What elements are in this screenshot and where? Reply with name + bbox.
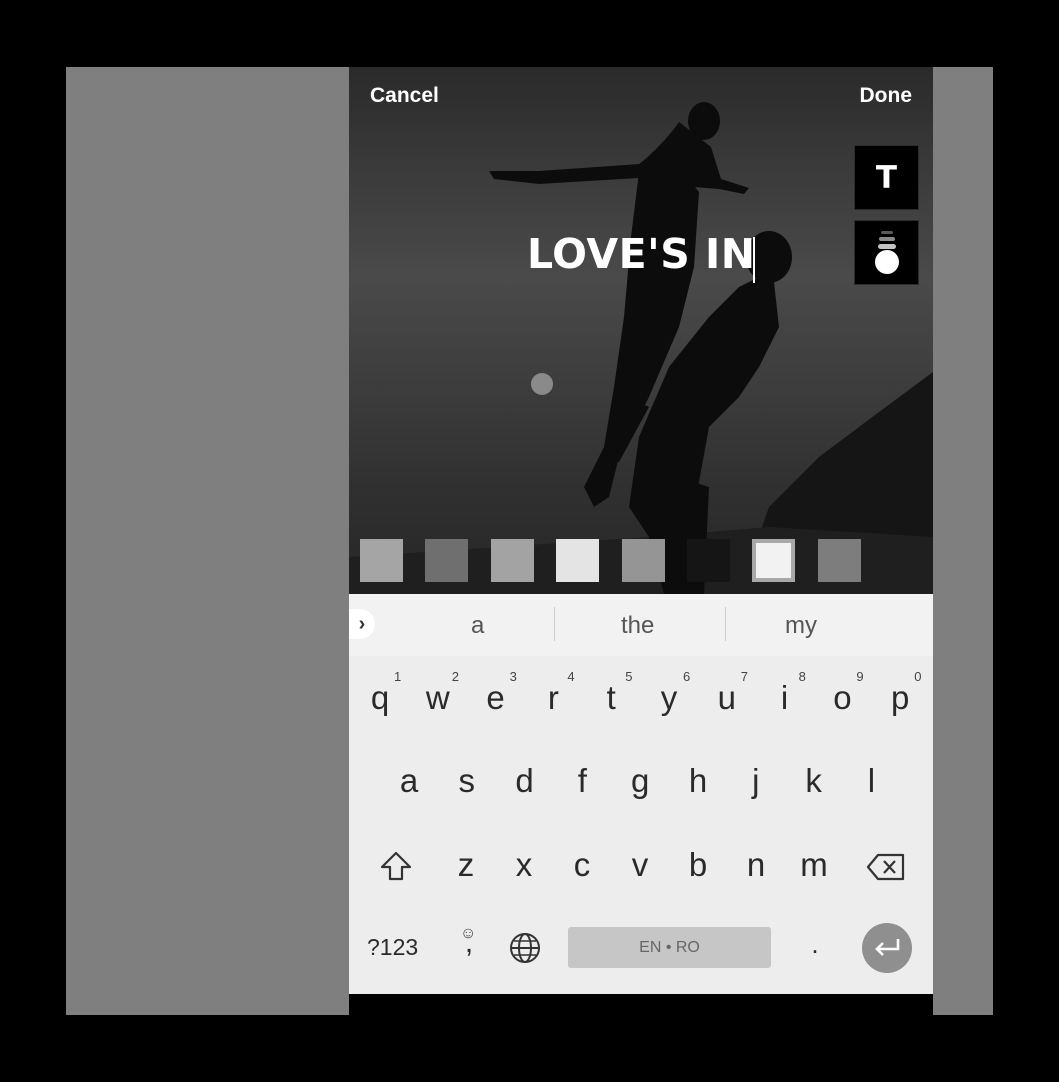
key-o[interactable]: o — [817, 679, 867, 717]
comma-key[interactable]: , — [444, 926, 494, 960]
color-swatch[interactable] — [425, 539, 469, 582]
shift-arrow-icon — [380, 851, 412, 881]
key-a[interactable]: a — [384, 762, 434, 800]
key-number-hint: 5 — [625, 669, 633, 684]
phone-screen: Cancel Done T LOVE'S IN › a the my q 1 w… — [349, 67, 933, 1015]
done-button[interactable]: Done — [860, 84, 913, 108]
key-q[interactable]: q — [355, 679, 405, 717]
key-number-hint: 9 — [856, 669, 864, 684]
key-l[interactable]: l — [846, 762, 896, 800]
suggestion-1[interactable]: a — [471, 612, 484, 640]
key-p[interactable]: p — [875, 679, 925, 717]
key-d[interactable]: d — [500, 762, 550, 800]
key-f[interactable]: f — [557, 762, 607, 800]
space-bar[interactable]: EN • RO — [568, 927, 771, 968]
key-number-hint: 7 — [740, 669, 749, 684]
period-key[interactable]: . — [790, 929, 840, 960]
key-v[interactable]: v — [615, 846, 665, 884]
key-g[interactable]: g — [615, 762, 665, 800]
key-j[interactable]: j — [731, 762, 781, 800]
sun-glow — [531, 373, 553, 395]
symbols-key[interactable]: ?123 — [367, 934, 423, 961]
suggestion-divider — [554, 607, 555, 641]
text-style-button[interactable]: T — [854, 145, 919, 210]
color-swatch[interactable] — [621, 539, 665, 582]
suggestion-3[interactable]: my — [785, 612, 817, 640]
left-margin-panel — [66, 67, 349, 1015]
color-swatch[interactable] — [490, 539, 534, 582]
color-swatch[interactable] — [752, 539, 796, 582]
color-swatch[interactable] — [817, 539, 861, 582]
key-number-hint: 4 — [567, 669, 575, 684]
right-margin-panel — [933, 67, 993, 1015]
suggestion-strip: › a the my — [349, 594, 933, 656]
key-number-hint: 1 — [394, 669, 402, 684]
backspace-key[interactable] — [866, 852, 906, 887]
key-s[interactable]: s — [442, 762, 492, 800]
key-x[interactable]: x — [499, 846, 549, 884]
language-key[interactable] — [508, 931, 542, 970]
globe-icon — [510, 933, 540, 963]
key-u[interactable]: u — [702, 679, 752, 717]
story-text-editor[interactable]: Cancel Done T LOVE'S IN — [349, 67, 933, 594]
key-y[interactable]: y — [644, 679, 694, 717]
key-e[interactable]: e — [471, 679, 521, 717]
color-swatch[interactable] — [556, 539, 600, 582]
text-cursor — [753, 237, 755, 283]
key-k[interactable]: k — [789, 762, 839, 800]
key-r[interactable]: r — [528, 679, 578, 717]
color-swatch[interactable] — [687, 539, 730, 582]
key-number-hint: 0 — [914, 669, 922, 684]
key-number-hint: 6 — [683, 669, 691, 684]
on-screen-keyboard: › a the my q1w2e3r4t5y6u7i8o9p0asdfghjkl… — [349, 594, 933, 994]
enter-key[interactable] — [862, 923, 912, 973]
cancel-button[interactable]: Cancel — [370, 84, 439, 108]
expand-suggestions-button[interactable]: › — [349, 609, 375, 639]
chevron-right-icon: › — [358, 612, 366, 635]
shift-key[interactable] — [379, 850, 413, 887]
key-n[interactable]: n — [731, 846, 781, 884]
key-b[interactable]: b — [673, 846, 723, 884]
key-number-hint: 8 — [798, 669, 806, 684]
text-background-icon — [874, 230, 899, 274]
backspace-icon — [866, 853, 905, 881]
background-photo — [349, 102, 933, 594]
system-nav-bar — [349, 994, 933, 1015]
key-w[interactable]: w — [413, 679, 463, 717]
suggestion-2[interactable]: the — [621, 612, 654, 640]
suggestion-divider — [725, 607, 726, 641]
return-arrow-icon — [875, 939, 900, 956]
key-number-hint: 2 — [451, 669, 460, 684]
key-z[interactable]: z — [441, 846, 491, 884]
caption-text[interactable]: LOVE'S IN — [527, 230, 756, 278]
key-m[interactable]: m — [789, 846, 839, 884]
color-palette — [360, 539, 930, 583]
color-swatch[interactable] — [360, 539, 403, 582]
key-number-hint: 3 — [509, 669, 517, 684]
text-style-icon: T — [875, 159, 898, 196]
key-c[interactable]: c — [557, 846, 607, 884]
key-i[interactable]: i — [760, 679, 810, 717]
key-h[interactable]: h — [673, 762, 723, 800]
key-t[interactable]: t — [586, 679, 636, 717]
text-background-toggle[interactable] — [854, 220, 919, 285]
